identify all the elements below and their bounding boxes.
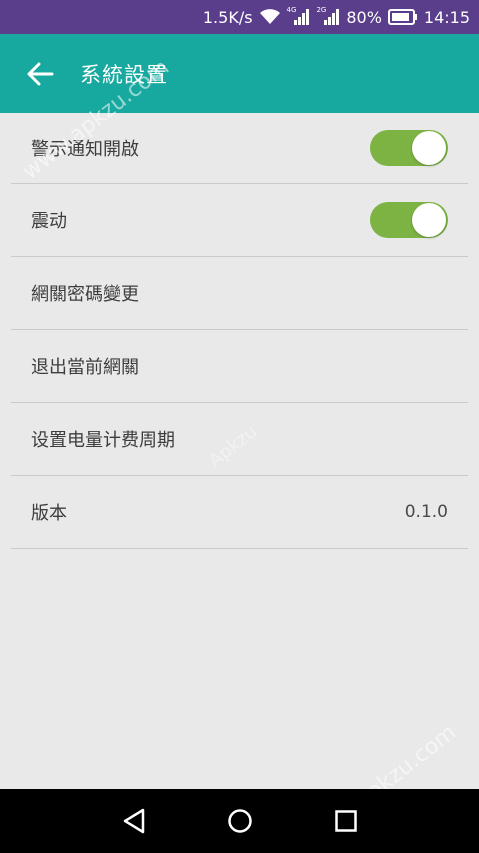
setting-row-vibration[interactable]: 震动 [11,184,468,257]
nav-back-button[interactable] [120,807,148,835]
back-button[interactable] [22,56,58,92]
setting-row-alert-notification[interactable]: 警示通知開啟 [11,113,468,184]
network-speed: 1.5K/s [202,7,253,27]
network-type-label: 2G [316,6,327,14]
square-recents-icon [335,810,357,832]
alert-notification-toggle[interactable] [370,130,448,166]
setting-label: 網關密碼變更 [31,284,139,305]
network-type-label: 4G [286,6,297,14]
setting-row-version: 版本 0.1.0 [11,476,468,549]
version-value: 0.1.0 [404,502,448,522]
signal-icon [324,9,340,25]
page-title: 系統設置 [80,62,168,87]
circle-home-icon [228,809,252,833]
setting-label: 退出當前網關 [31,357,139,378]
battery-icon [387,9,418,25]
battery-percent: 80% [346,7,382,27]
navigation-bar [0,789,479,853]
nav-home-button[interactable] [226,807,254,835]
settings-list: 警示通知開啟 震动 網關密碼變更 退出當前網關 设置电量计费周期 版本 0.1.… [0,113,479,789]
signal-icon [294,9,310,25]
toggle-knob [412,131,446,165]
setting-label: 设置电量计费周期 [31,430,175,451]
setting-row-billing-cycle[interactable]: 设置电量计费周期 [11,403,468,476]
setting-label: 警示通知開啟 [31,139,139,160]
vibration-toggle[interactable] [370,202,448,238]
toggle-knob [412,203,446,237]
setting-label: 版本 [31,503,67,524]
status-bar: 1.5K/s 4G 2G 80% 14:15 [0,0,479,34]
setting-row-exit-gateway[interactable]: 退出當前網關 [11,330,468,403]
wifi-icon [259,9,281,25]
setting-row-gateway-password[interactable]: 網關密碼變更 [11,257,468,330]
app-bar: 系統設置 [0,34,479,113]
setting-label: 震动 [31,211,67,232]
arrow-left-icon [27,62,54,85]
clock: 14:15 [423,7,470,27]
triangle-back-icon [123,808,145,834]
nav-recents-button[interactable] [332,807,360,835]
